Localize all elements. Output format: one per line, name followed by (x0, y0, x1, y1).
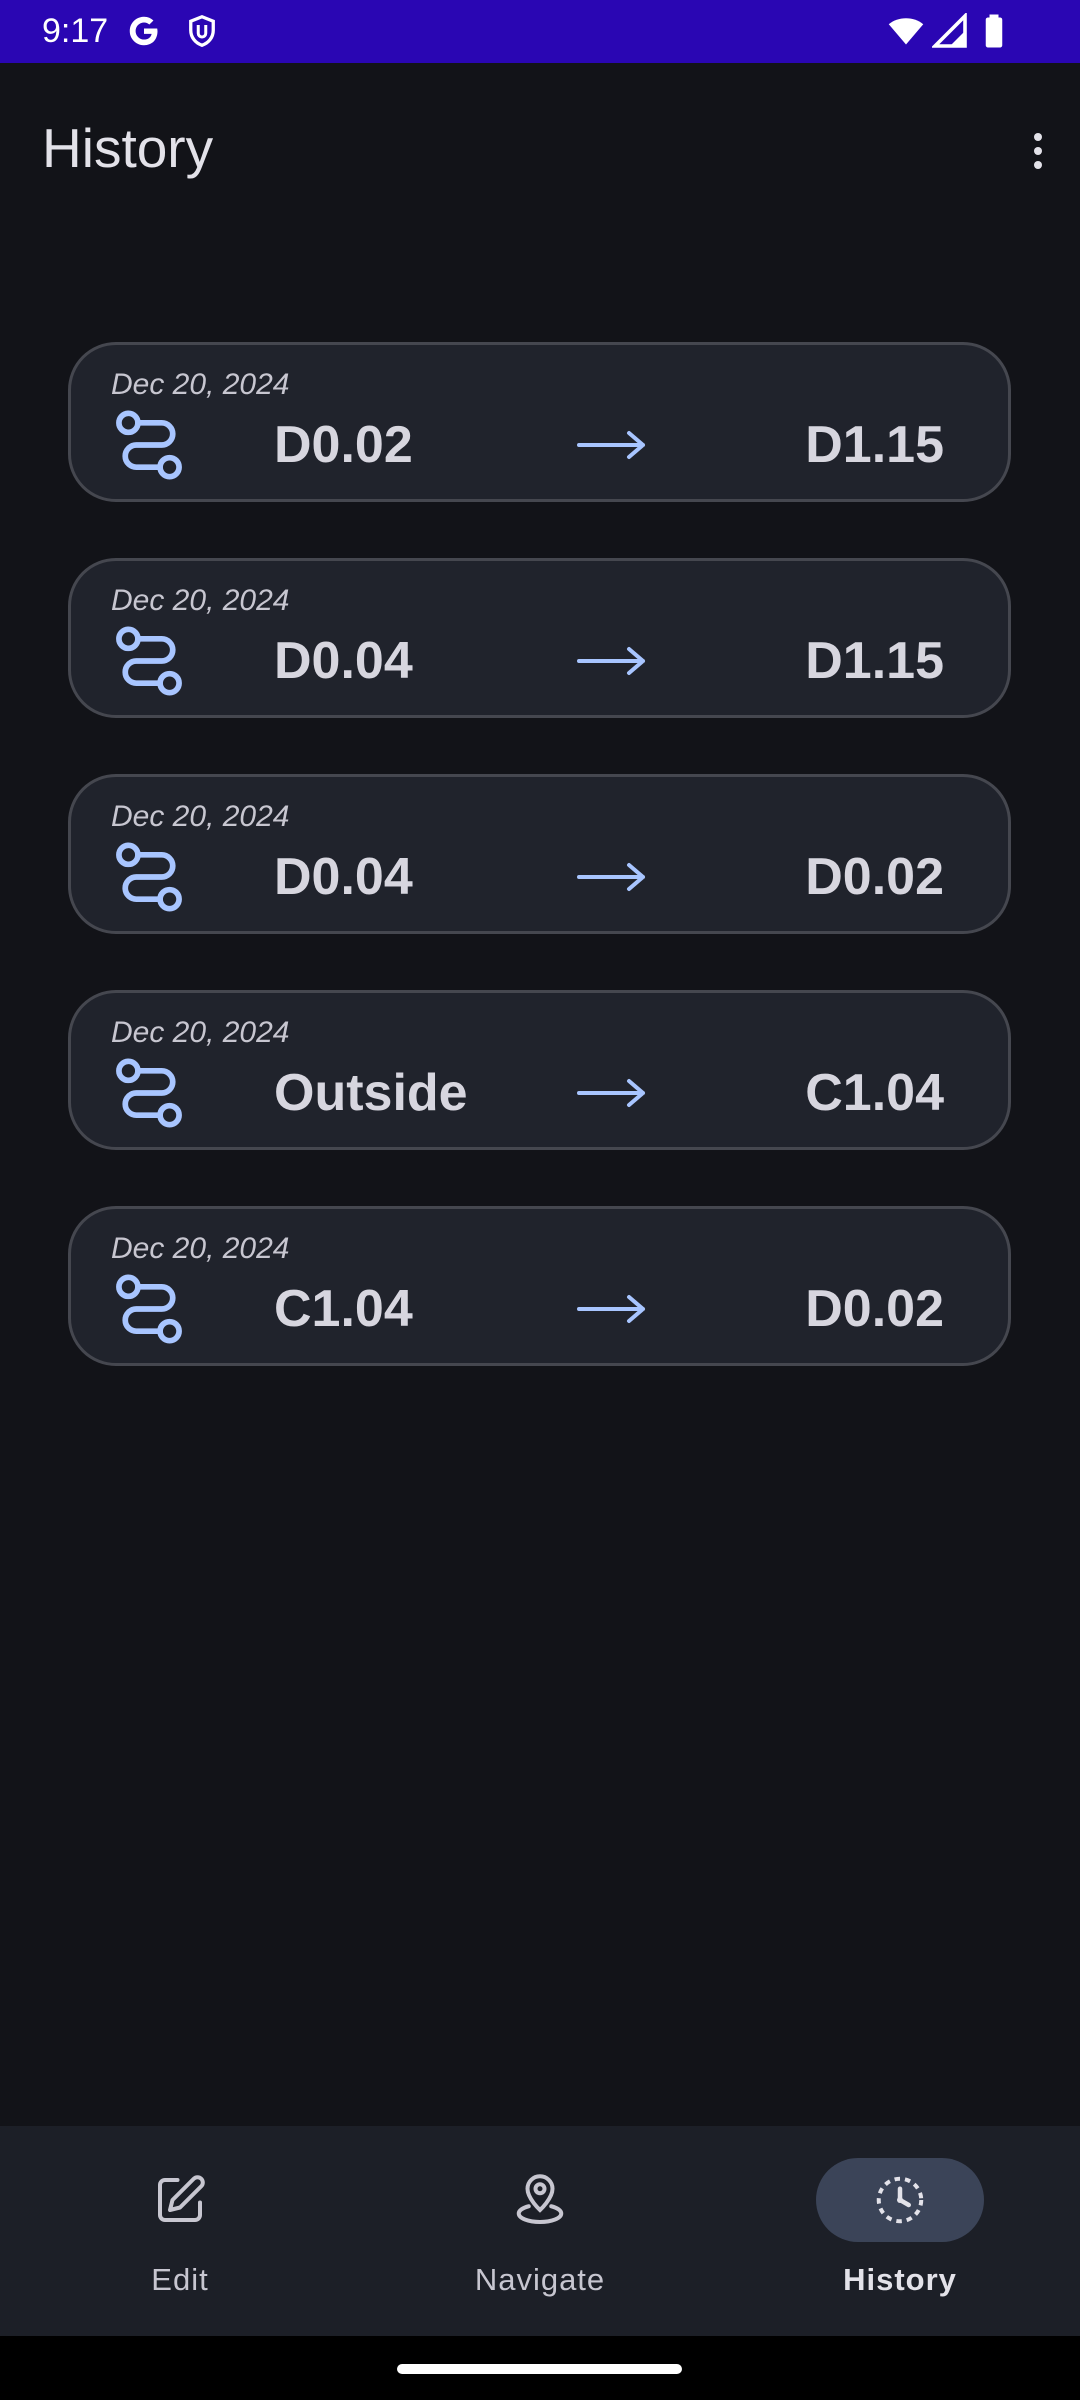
arrow-right-icon (577, 431, 645, 459)
nav-label-history: History (843, 2262, 957, 2297)
battery-icon (985, 14, 1003, 48)
arrow-right-icon (577, 863, 645, 891)
nav-label-navigate: Navigate (474, 2262, 606, 2297)
history-date: Dec 20, 2024 (111, 368, 290, 401)
history-destination: D0.02 (805, 1280, 944, 1338)
status-bar: 9:17 (0, 0, 1080, 63)
arrow-right-icon (577, 647, 645, 675)
status-time: 9:17 (42, 12, 109, 50)
history-list: Dec 20, 2024 D0.02 D1.15 Dec 20, 2024 D0… (68, 342, 1011, 1422)
edit-icon (158, 2175, 205, 2222)
google-icon (129, 16, 158, 46)
more-options-button[interactable] (996, 109, 1080, 193)
history-origin: D0.02 (274, 416, 413, 474)
history-origin: Outside (274, 1064, 468, 1122)
shield-icon (189, 14, 215, 47)
history-destination: D1.15 (805, 632, 944, 690)
history-origin: D0.04 (274, 848, 413, 906)
history-destination: D1.15 (805, 416, 944, 474)
nav-icon-container (96, 2158, 264, 2242)
page-title: History (42, 117, 214, 179)
history-destination: D0.02 (805, 848, 944, 906)
history-destination: C1.04 (805, 1064, 944, 1122)
route-icon (116, 626, 182, 696)
gesture-handle[interactable] (397, 2364, 682, 2374)
wifi-icon (888, 18, 924, 45)
history-origin: D0.04 (274, 632, 413, 690)
history-date: Dec 20, 2024 (111, 1232, 290, 1265)
gesture-navigation-area (0, 2336, 1080, 2400)
history-icon (876, 2176, 924, 2224)
history-card[interactable]: Dec 20, 2024 C1.04 D0.02 (68, 1206, 1011, 1366)
nav-icon-container (456, 2158, 624, 2242)
arrow-right-icon (577, 1079, 645, 1107)
history-origin: C1.04 (274, 1280, 413, 1338)
route-icon (116, 410, 182, 480)
history-card[interactable]: Dec 20, 2024 D0.04 D1.15 (68, 558, 1011, 718)
nav-item-edit[interactable]: Edit (0, 2126, 360, 2336)
top-app-bar: History (0, 63, 1080, 235)
history-date: Dec 20, 2024 (111, 584, 290, 617)
history-card[interactable]: Dec 20, 2024 D0.04 D0.02 (68, 774, 1011, 934)
history-card[interactable]: Dec 20, 2024 Outside C1.04 (68, 990, 1011, 1150)
nav-icon-container-active (816, 2158, 984, 2242)
nav-label-edit: Edit (151, 2262, 209, 2297)
history-date: Dec 20, 2024 (111, 800, 290, 833)
signal-icon (932, 13, 967, 48)
history-card[interactable]: Dec 20, 2024 D0.02 D1.15 (68, 342, 1011, 502)
route-icon (116, 842, 182, 912)
history-date: Dec 20, 2024 (111, 1016, 290, 1049)
arrow-right-icon (577, 1295, 645, 1323)
nav-item-history[interactable]: History (720, 2126, 1080, 2336)
nav-item-navigate[interactable]: Navigate (360, 2126, 720, 2336)
route-icon (116, 1058, 182, 1128)
route-icon (116, 1274, 182, 1344)
more-vert-icon (1034, 133, 1042, 169)
location-icon (516, 2174, 564, 2225)
bottom-navigation: Edit Navigate History (0, 2126, 1080, 2336)
